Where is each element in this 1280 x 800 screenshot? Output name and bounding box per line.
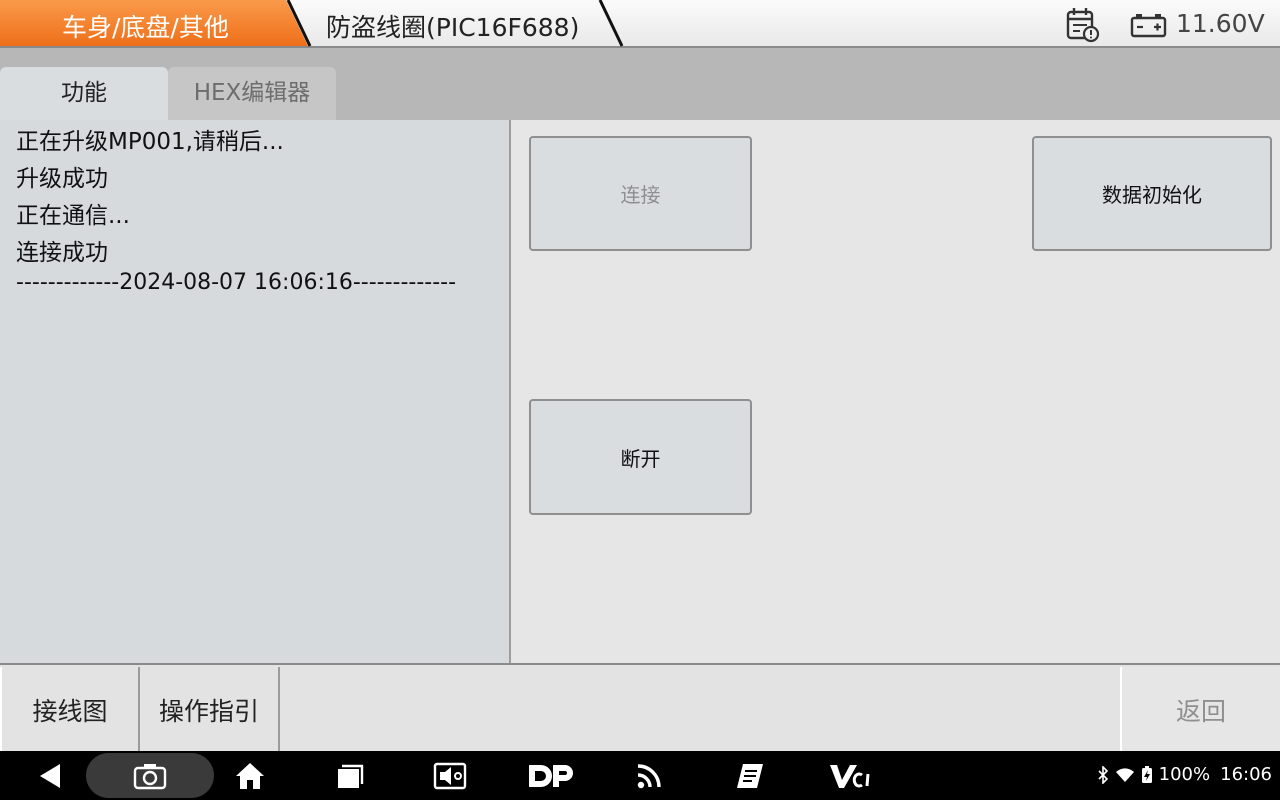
tab-function[interactable]: 功能 <box>0 67 168 120</box>
log-timestamp-separator: -------------2024-08-07 16:06:16--------… <box>16 270 457 295</box>
back-icon[interactable] <box>30 751 70 800</box>
dp-icon[interactable] <box>522 751 578 800</box>
breadcrumb-function-label: 防盗线圈(PIC16F688) <box>326 13 580 42</box>
system-clock: 16:06 <box>1220 764 1272 785</box>
screen-record-icon[interactable] <box>430 751 470 800</box>
bottom-action-bar: 接线图 操作指引 返回 <box>0 663 1280 753</box>
function-area: 连接 数据初始化 断开 <box>513 120 1280 663</box>
breadcrumb-category[interactable]: 车身/底盘/其他 <box>0 0 312 47</box>
log-line: 正在通信... <box>16 203 130 229</box>
wiring-diagram-button[interactable]: 接线图 <box>0 667 140 753</box>
breadcrumb-category-label: 车身/底盘/其他 <box>62 13 229 42</box>
tab-hex-editor[interactable]: HEX编辑器 <box>168 67 336 120</box>
back-button[interactable]: 返回 <box>1120 667 1280 753</box>
bluetooth-icon <box>1098 765 1108 784</box>
connect-button[interactable]: 连接 <box>529 136 752 251</box>
system-nav-bar: 100% 16:06 <box>0 751 1280 800</box>
data-init-button[interactable]: 数据初始化 <box>1032 136 1272 251</box>
log-panel[interactable]: 正在升级MP001,请稍后... 升级成功 正在通信... 连接成功 -----… <box>0 120 511 663</box>
app-root: 车身/底盘/其他 防盗线圈(PIC16F688) 11.60V 功能 HEX编辑… <box>0 0 1280 800</box>
system-status: 100% 16:06 <box>1097 764 1272 785</box>
log-line: 连接成功 <box>16 240 108 266</box>
screenshot-icon[interactable] <box>130 751 170 800</box>
recents-icon[interactable] <box>330 751 370 800</box>
wifi-icon <box>1115 767 1134 782</box>
top-header: 车身/底盘/其他 防盗线圈(PIC16F688) 11.60V <box>0 0 1280 48</box>
breadcrumb-function: 防盗线圈(PIC16F688) <box>288 0 628 47</box>
vci-icon[interactable] <box>826 751 876 800</box>
operation-guide-button[interactable]: 操作指引 <box>140 667 280 753</box>
rss-icon[interactable] <box>630 751 670 800</box>
disconnect-button[interactable]: 断开 <box>529 399 752 515</box>
car-battery-icon <box>1130 14 1167 38</box>
battery-voltage: 11.60V <box>1176 9 1265 38</box>
notes-icon[interactable] <box>730 751 770 800</box>
battery-icon <box>1141 765 1152 783</box>
calendar-clock-icon[interactable] <box>1064 6 1102 44</box>
battery-percent: 100% <box>1158 764 1211 785</box>
log-line: 正在升级MP001,请稍后... <box>16 129 284 155</box>
home-icon[interactable] <box>230 751 270 800</box>
log-line: 升级成功 <box>16 166 108 192</box>
